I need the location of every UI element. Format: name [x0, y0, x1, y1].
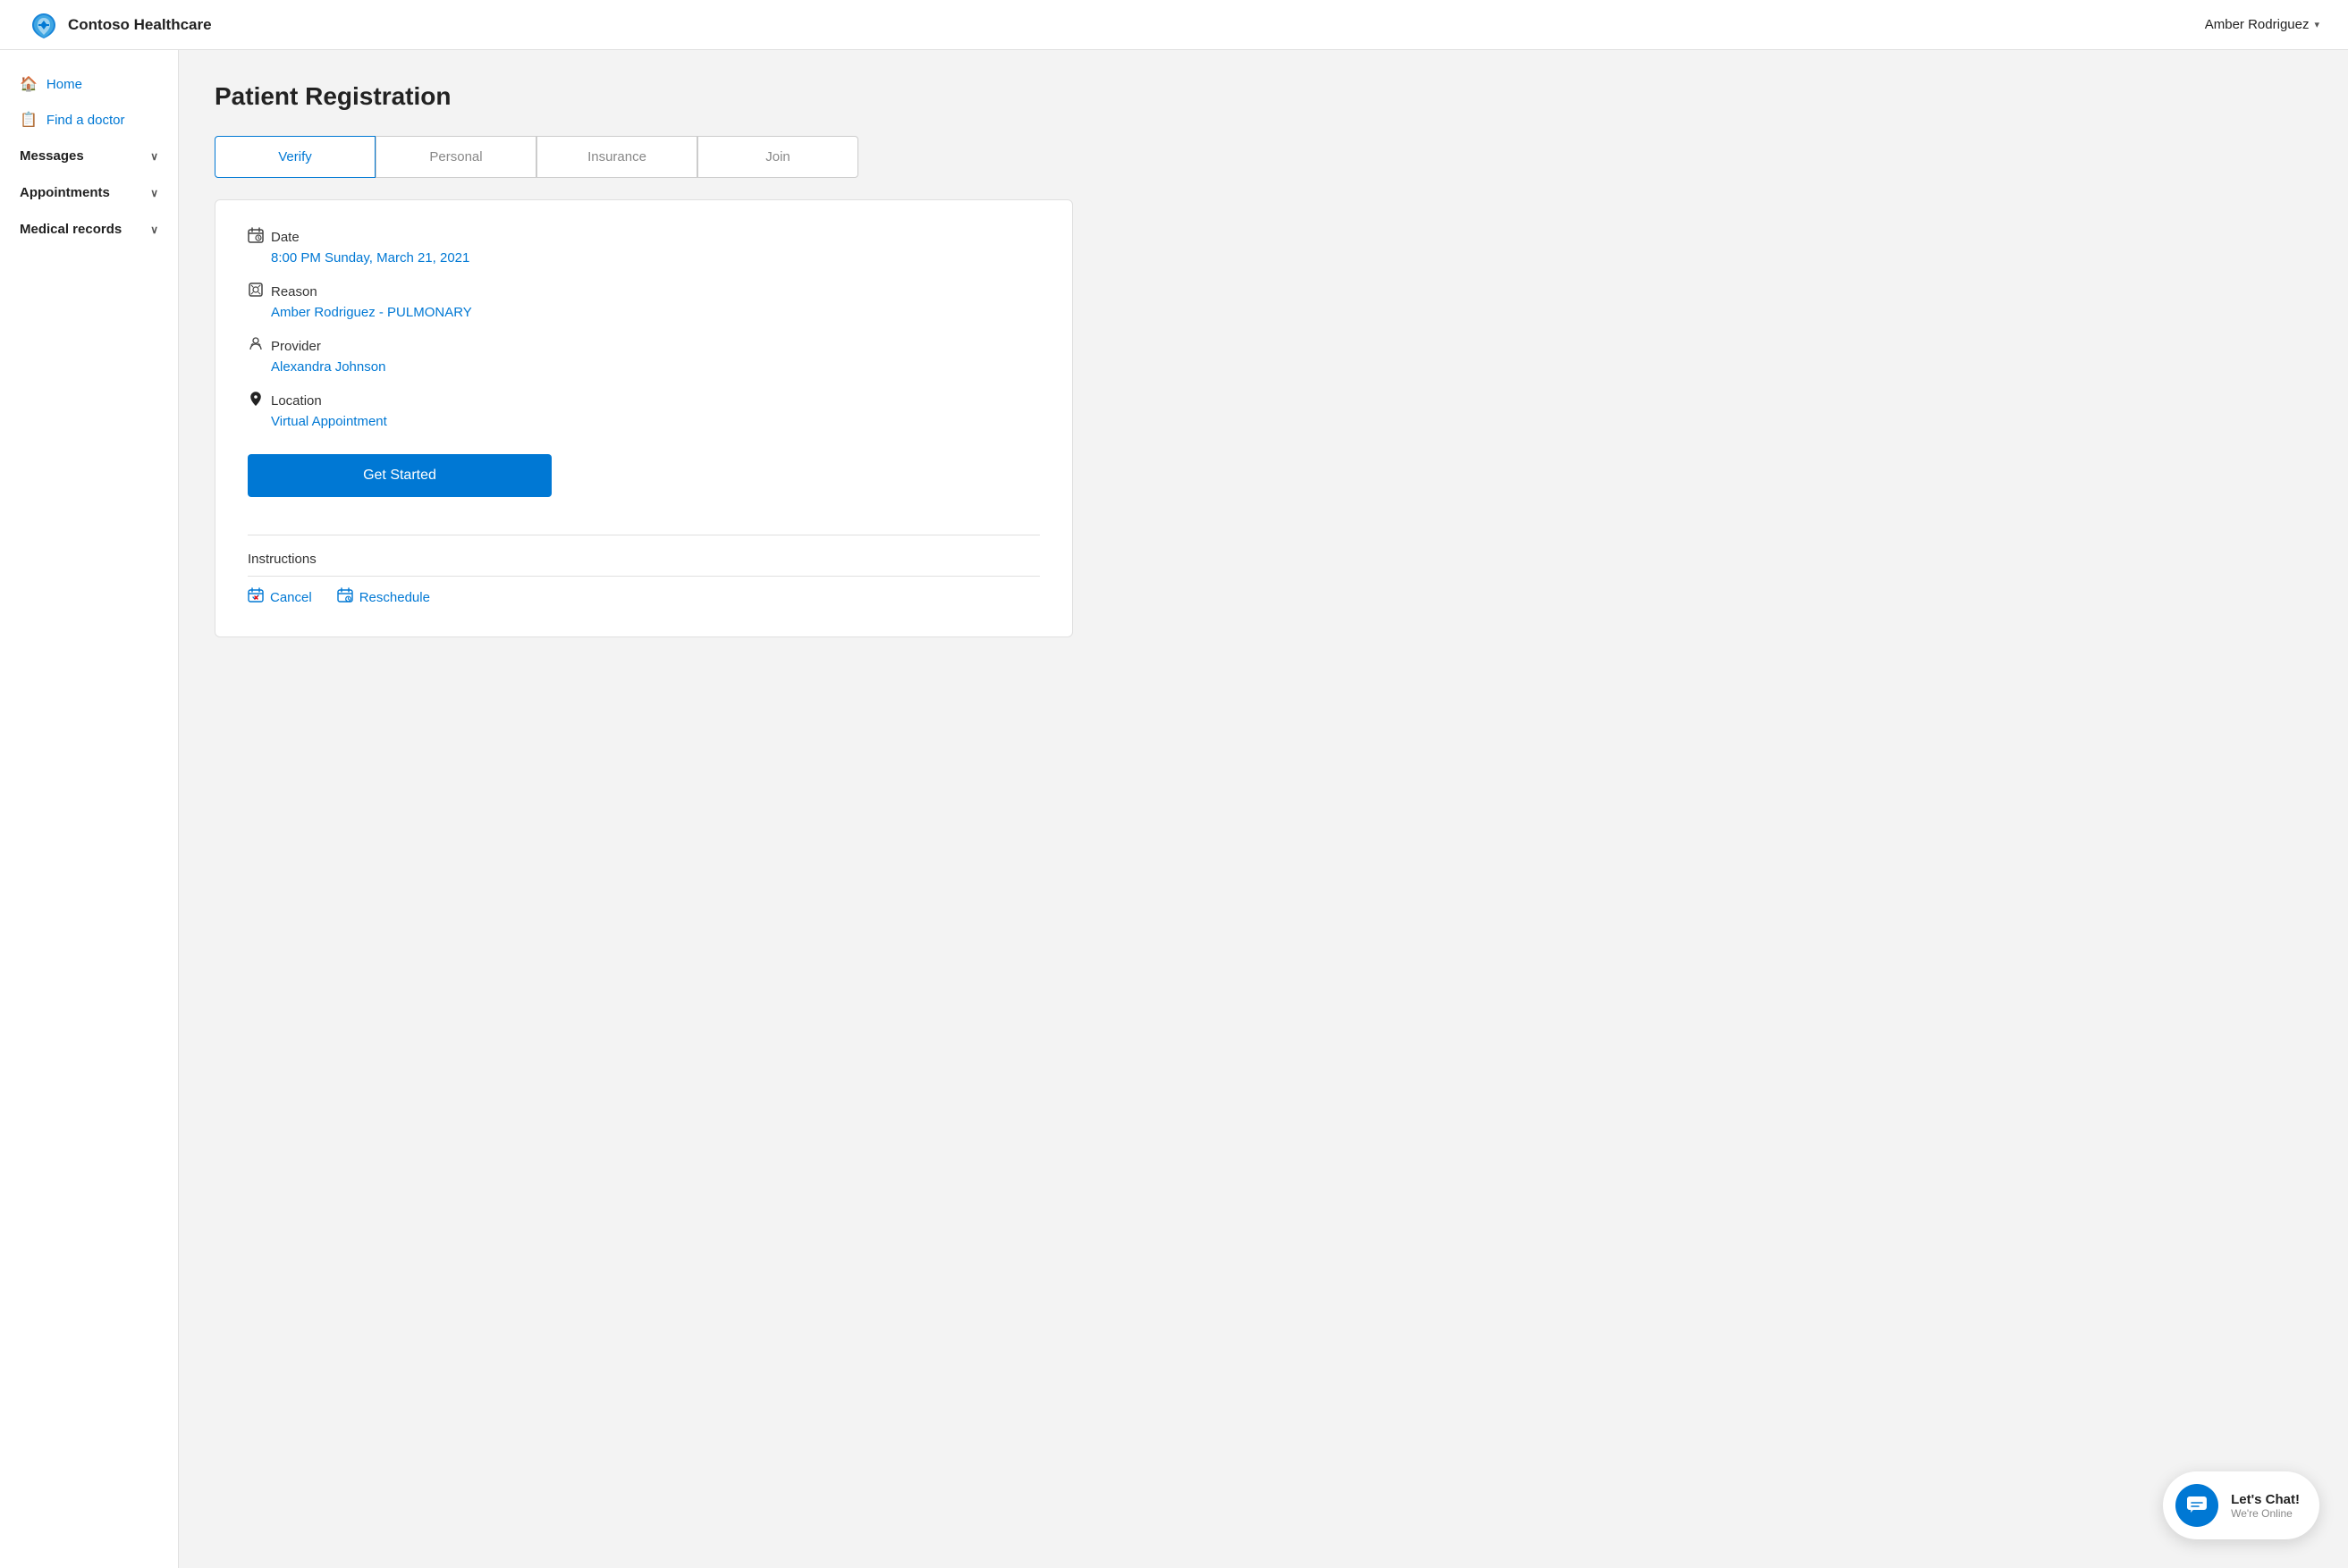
tab-insurance[interactable]: Insurance	[536, 136, 697, 178]
brand-name: Contoso Healthcare	[68, 16, 212, 34]
date-icon	[248, 227, 264, 248]
reschedule-icon	[337, 587, 353, 608]
tab-join[interactable]: Join	[697, 136, 858, 178]
location-row: Location Virtual Appointment	[248, 391, 1040, 429]
tab-verify[interactable]: Verify	[215, 136, 376, 178]
cancel-label: Cancel	[270, 590, 312, 605]
sidebar-appointments-label: Appointments	[20, 185, 110, 200]
date-label: Date	[271, 230, 300, 245]
reason-row: Reason Amber Rodriguez - PULMONARY	[248, 282, 1040, 320]
location-value: Virtual Appointment	[271, 414, 1040, 429]
main-content: Patient Registration Verify Personal Ins…	[179, 50, 2348, 1568]
instructions-label: Instructions	[248, 552, 1040, 567]
sidebar-item-home[interactable]: 🏠 Home	[0, 66, 178, 102]
chat-bubble[interactable]: Let's Chat! We're Online	[2163, 1471, 2319, 1539]
sidebar-item-home-label: Home	[46, 77, 82, 92]
provider-icon	[248, 336, 264, 357]
registration-tabs: Verify Personal Insurance Join	[215, 136, 2312, 178]
provider-label: Provider	[271, 339, 321, 354]
tab-personal[interactable]: Personal	[376, 136, 536, 178]
date-value: 8:00 PM Sunday, March 21, 2021	[271, 250, 1040, 266]
sidebar-item-messages[interactable]: Messages ∨	[0, 138, 178, 174]
reason-value: Amber Rodriguez - PULMONARY	[271, 305, 1040, 320]
date-row: Date 8:00 PM Sunday, March 21, 2021	[248, 227, 1040, 266]
chat-subtitle: We're Online	[2231, 1507, 2300, 1520]
find-doctor-icon: 📋	[20, 111, 38, 129]
sidebar: 🏠 Home 📋 Find a doctor Messages ∨ Appoin…	[0, 50, 179, 1568]
brand-logo	[29, 10, 59, 40]
cancel-button[interactable]: Cancel	[248, 584, 312, 611]
reason-label: Reason	[271, 284, 317, 299]
sidebar-item-find-doctor[interactable]: 📋 Find a doctor	[0, 102, 178, 138]
cancel-icon	[248, 587, 264, 608]
location-icon	[248, 391, 264, 411]
chat-title: Let's Chat!	[2231, 1492, 2300, 1507]
sidebar-messages-label: Messages	[20, 148, 84, 164]
sidebar-medical-records-label: Medical records	[20, 222, 122, 237]
sidebar-item-appointments[interactable]: Appointments ∨	[0, 174, 178, 211]
provider-value: Alexandra Johnson	[271, 359, 1040, 375]
brand: Contoso Healthcare	[29, 10, 212, 40]
user-menu[interactable]: Amber Rodriguez ▾	[2205, 17, 2319, 32]
get-started-button[interactable]: Get Started	[248, 454, 552, 497]
reason-icon	[248, 282, 264, 302]
page-title: Patient Registration	[215, 82, 2312, 111]
reschedule-button[interactable]: Reschedule	[337, 584, 430, 611]
provider-row: Provider Alexandra Johnson	[248, 336, 1040, 375]
app-layout: 🏠 Home 📋 Find a doctor Messages ∨ Appoin…	[0, 0, 2348, 1568]
appointment-card: Date 8:00 PM Sunday, March 21, 2021 Reas…	[215, 199, 1073, 637]
home-icon: 🏠	[20, 75, 38, 93]
app-header: Contoso Healthcare Amber Rodriguez ▾	[0, 0, 2348, 50]
chat-text: Let's Chat! We're Online	[2231, 1492, 2300, 1520]
sidebar-item-find-doctor-label: Find a doctor	[46, 113, 125, 128]
messages-chevron-icon: ∨	[150, 150, 158, 163]
chat-icon	[2175, 1484, 2218, 1527]
appointments-chevron-icon: ∨	[150, 187, 158, 199]
user-name: Amber Rodriguez	[2205, 17, 2310, 32]
sidebar-item-medical-records[interactable]: Medical records ∨	[0, 211, 178, 248]
card-actions: Cancel Reschedule	[248, 576, 1040, 611]
location-label: Location	[271, 393, 322, 409]
user-chevron-icon: ▾	[2314, 19, 2319, 30]
reschedule-label: Reschedule	[359, 590, 430, 605]
medical-records-chevron-icon: ∨	[150, 223, 158, 236]
